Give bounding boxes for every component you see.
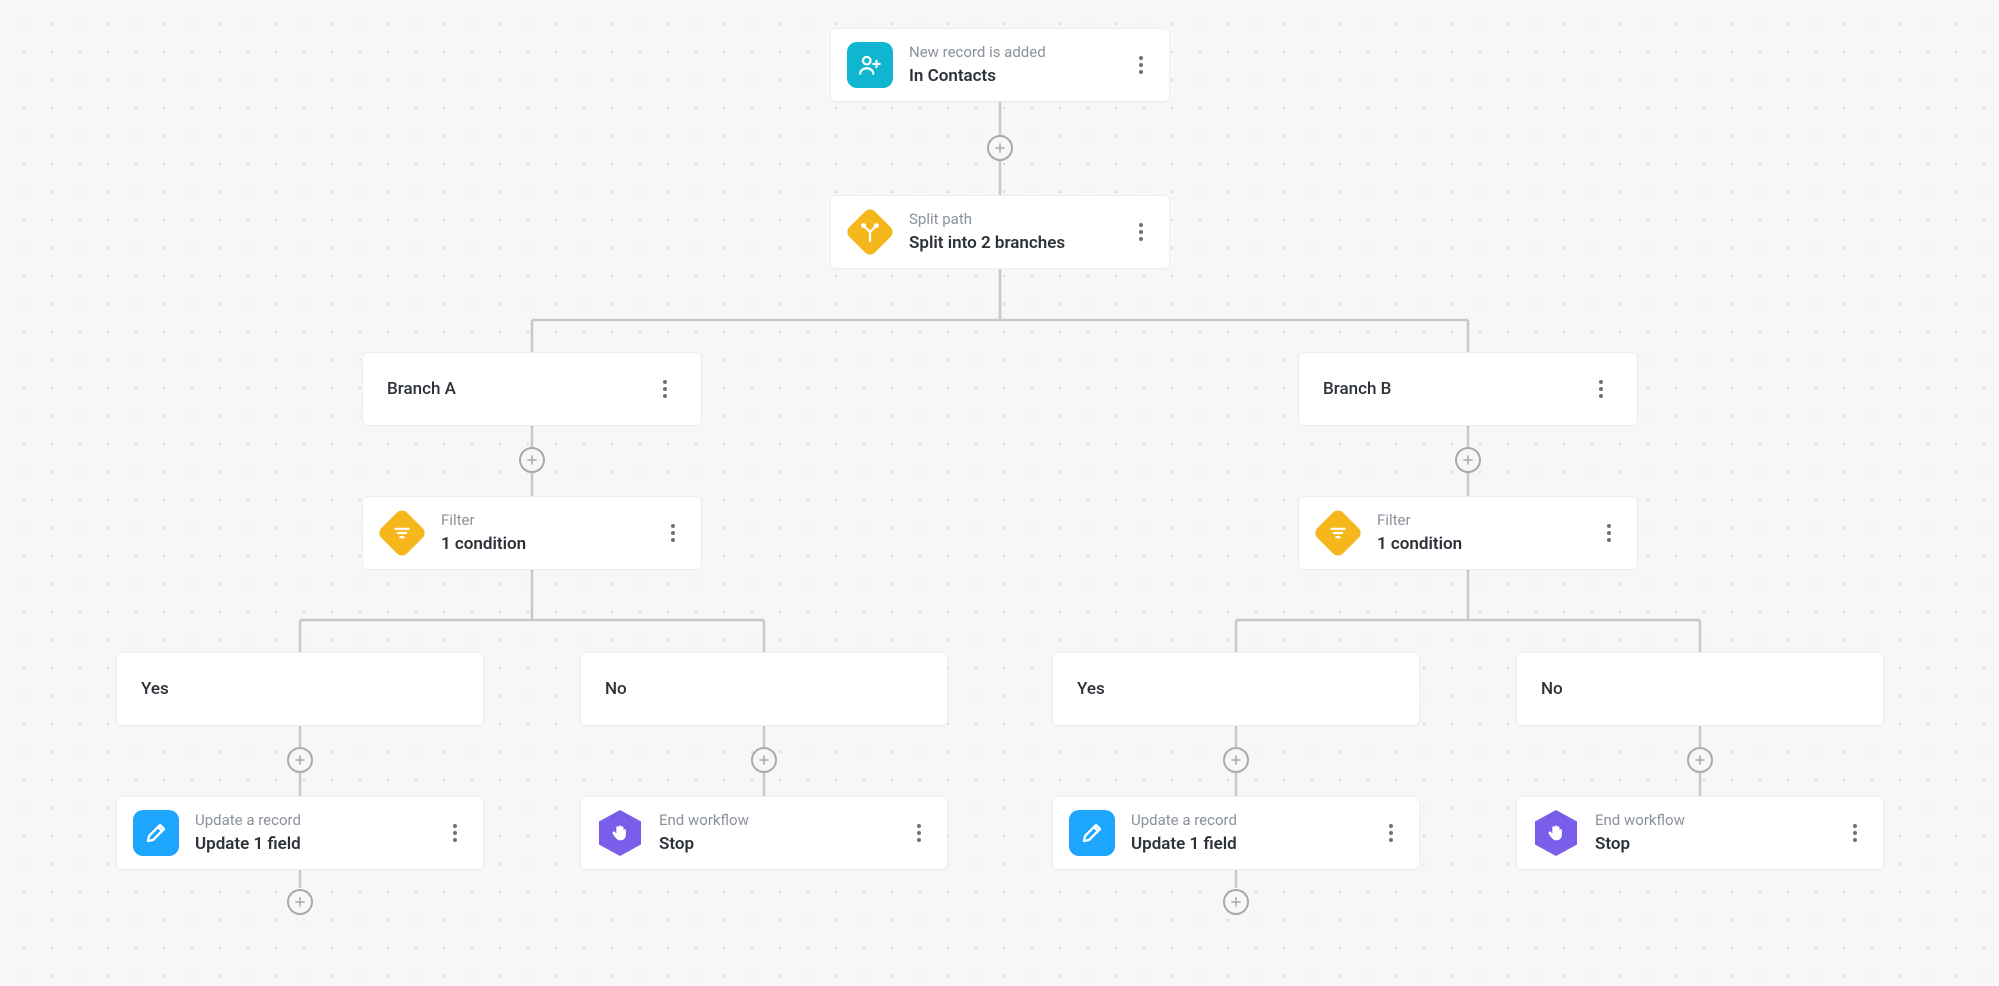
- split-text: Split path Split into 2 branches: [909, 210, 1121, 254]
- branch-b-filter-menu[interactable]: [1597, 521, 1621, 545]
- branch-b-filter-text: Filter 1 condition: [1377, 511, 1589, 555]
- branch-a-filter-menu[interactable]: [661, 521, 685, 545]
- person-plus-icon: [847, 42, 893, 88]
- branch-a-no-action-menu[interactable]: [907, 821, 931, 845]
- branch-b-no-action-card[interactable]: End workflow Stop: [1516, 796, 1884, 870]
- branch-a-menu[interactable]: [653, 377, 677, 401]
- branch-b-label-card[interactable]: Branch B: [1298, 352, 1638, 426]
- branch-b-menu[interactable]: [1589, 377, 1613, 401]
- branch-b-yes-action-title: Update 1 field: [1131, 833, 1371, 855]
- trigger-title: In Contacts: [909, 65, 1121, 87]
- add-step-branch-b-yes[interactable]: [1223, 747, 1249, 773]
- hand-icon: [597, 810, 643, 856]
- branch-a-no-action-card[interactable]: End workflow Stop: [580, 796, 948, 870]
- branch-a-yes-action-text: Update a record Update 1 field: [195, 811, 435, 855]
- branch-b-no-action-title: Stop: [1595, 833, 1835, 855]
- trigger-menu[interactable]: [1129, 53, 1153, 77]
- add-step-after-branch-a-yes-action[interactable]: [287, 889, 313, 915]
- hand-icon: [1533, 810, 1579, 856]
- branch-b-yes-label-card[interactable]: Yes: [1052, 652, 1420, 726]
- branch-a-yes-label: Yes: [141, 679, 459, 699]
- branch-a-no-action-text: End workflow Stop: [659, 811, 899, 855]
- split-title: Split into 2 branches: [909, 232, 1121, 254]
- branch-a-yes-action-card[interactable]: Update a record Update 1 field: [116, 796, 484, 870]
- branch-a-no-label: No: [605, 679, 923, 699]
- add-step-after-trigger[interactable]: [987, 135, 1013, 161]
- split-icon: [847, 209, 893, 255]
- trigger-text: New record is added In Contacts: [909, 43, 1121, 87]
- branch-a-no-action-title: Stop: [659, 833, 899, 855]
- branch-a-filter-text: Filter 1 condition: [441, 511, 653, 555]
- add-step-branch-a-before-filter[interactable]: [519, 447, 545, 473]
- branch-a-filter-title: 1 condition: [441, 533, 653, 555]
- branch-a-yes-action-title: Update 1 field: [195, 833, 435, 855]
- branch-b-yes-action-menu[interactable]: [1379, 821, 1403, 845]
- branch-b-filter-card[interactable]: Filter 1 condition: [1298, 496, 1638, 570]
- branch-b-no-label-card[interactable]: No: [1516, 652, 1884, 726]
- branch-a-no-label-card[interactable]: No: [580, 652, 948, 726]
- branch-a-label: Branch A: [387, 379, 645, 399]
- branch-b-yes-action-subtitle: Update a record: [1131, 811, 1371, 831]
- branch-b-label: Branch B: [1323, 379, 1581, 399]
- filter-icon: [379, 510, 425, 556]
- add-step-branch-a-yes[interactable]: [287, 747, 313, 773]
- branch-a-yes-action-subtitle: Update a record: [195, 811, 435, 831]
- branch-b-no-action-subtitle: End workflow: [1595, 811, 1835, 831]
- branch-a-no-action-subtitle: End workflow: [659, 811, 899, 831]
- branch-b-filter-subtitle: Filter: [1377, 511, 1589, 531]
- branch-a-label-card[interactable]: Branch A: [362, 352, 702, 426]
- split-subtitle: Split path: [909, 210, 1121, 230]
- filter-icon: [1315, 510, 1361, 556]
- branch-a-yes-action-menu[interactable]: [443, 821, 467, 845]
- branch-b-no-label: No: [1541, 679, 1859, 699]
- pencil-icon: [1069, 810, 1115, 856]
- branch-a-filter-subtitle: Filter: [441, 511, 653, 531]
- branch-a-yes-label-card[interactable]: Yes: [116, 652, 484, 726]
- trigger-card[interactable]: New record is added In Contacts: [830, 28, 1170, 102]
- branch-a-filter-card[interactable]: Filter 1 condition: [362, 496, 702, 570]
- pencil-icon: [133, 810, 179, 856]
- branch-b-no-action-text: End workflow Stop: [1595, 811, 1835, 855]
- add-step-branch-a-no[interactable]: [751, 747, 777, 773]
- split-menu[interactable]: [1129, 220, 1153, 244]
- branch-b-no-action-menu[interactable]: [1843, 821, 1867, 845]
- branch-b-yes-action-text: Update a record Update 1 field: [1131, 811, 1371, 855]
- add-step-branch-b-no[interactable]: [1687, 747, 1713, 773]
- trigger-subtitle: New record is added: [909, 43, 1121, 63]
- add-step-after-branch-b-yes-action[interactable]: [1223, 889, 1249, 915]
- branch-b-yes-action-card[interactable]: Update a record Update 1 field: [1052, 796, 1420, 870]
- branch-b-filter-title: 1 condition: [1377, 533, 1589, 555]
- split-card[interactable]: Split path Split into 2 branches: [830, 195, 1170, 269]
- branch-b-yes-label: Yes: [1077, 679, 1395, 699]
- add-step-branch-b-before-filter[interactable]: [1455, 447, 1481, 473]
